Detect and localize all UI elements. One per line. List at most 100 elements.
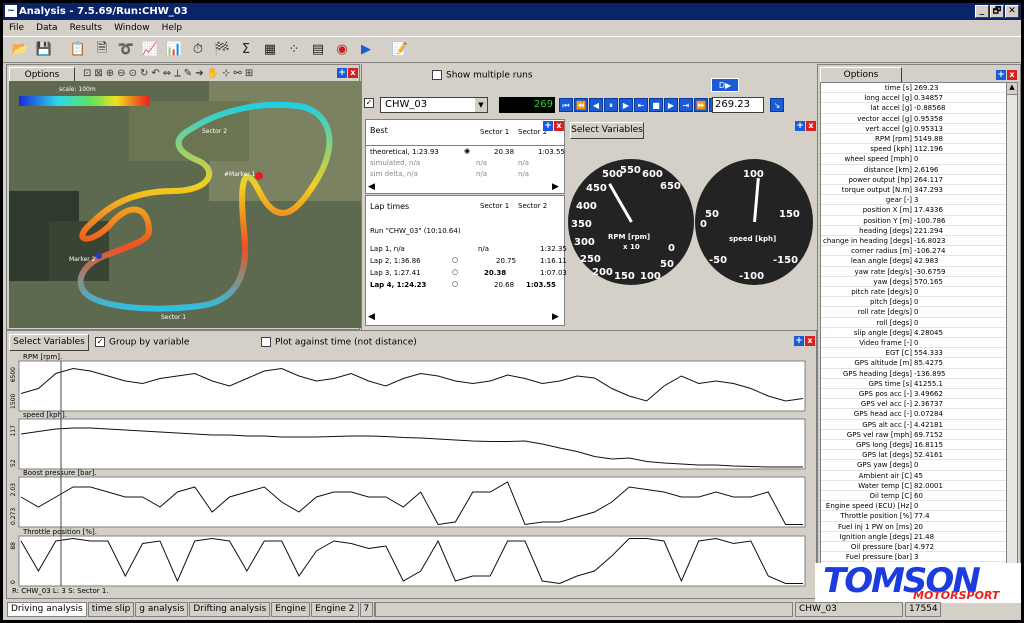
group-by-variable[interactable]: ✓ Group by variable — [95, 337, 189, 348]
skip-start-icon[interactable]: ⏮ — [559, 98, 573, 112]
plot-area[interactable] — [18, 360, 806, 412]
menu-help[interactable]: Help — [162, 20, 183, 36]
variable-row[interactable]: GPS altitude [m] 85.4275 — [821, 358, 1006, 369]
gauge-icon[interactable]: ◉ — [331, 39, 353, 61]
play-icon[interactable]: ▶ — [355, 39, 377, 61]
run-enable-checkbox[interactable]: ✓ — [364, 98, 378, 108]
variable-row[interactable]: RPM [rpm] 5149.88 — [821, 134, 1006, 145]
variable-row[interactable]: power output [hp] 264.117 — [821, 175, 1006, 185]
minimize-button[interactable]: _ — [975, 5, 989, 18]
zoom-plus-icon[interactable]: ⊞ — [245, 68, 253, 79]
variable-row[interactable]: GPS pos acc [-] 3.49662 — [821, 389, 1006, 400]
variable-row[interactable]: wheel speed [mph] 0 — [821, 154, 1006, 165]
variable-row[interactable]: yaw [degs] 570.165 — [821, 277, 1006, 287]
rewind-icon[interactable]: ⏪ — [574, 98, 588, 112]
grid-chart-icon[interactable]: ▦ — [259, 39, 281, 61]
group-by-variable-checkbox[interactable]: ✓ — [95, 337, 105, 347]
variable-row[interactable]: position Y [m] -100.786 — [821, 216, 1006, 226]
add-marker-icon[interactable]: ⊹ — [222, 68, 230, 79]
variable-row[interactable]: heading [degs] 221.294 — [821, 226, 1006, 236]
help-icon[interactable]: 📝 — [389, 39, 411, 61]
variable-row[interactable]: GPS head acc [-] 0.07284 — [821, 409, 1006, 420]
ruler-icon[interactable]: ⟂ — [174, 68, 181, 79]
checkered-flag-icon[interactable]: 🏁 — [211, 39, 233, 61]
bar-chart-icon[interactable]: 📊 — [163, 39, 185, 61]
variable-row[interactable]: Oil pressure [bar] 4.972 — [821, 542, 1006, 553]
variable-row[interactable]: Oil temp [C] 60 — [821, 491, 1006, 502]
variable-row[interactable]: GPS long [degs] 16.8115 — [821, 440, 1006, 451]
close-panel-icon[interactable]: x — [805, 336, 815, 346]
variable-row[interactable]: Ambient air [C] 45 — [821, 471, 1006, 481]
save-icon[interactable]: 💾 — [33, 39, 55, 61]
scroll-up-icon[interactable]: ▲ — [1007, 83, 1017, 95]
radio-icon[interactable]: ○ — [452, 280, 458, 288]
menu-file[interactable]: File — [9, 20, 24, 36]
scatter-chart-icon[interactable]: ⁘ — [283, 39, 305, 61]
track-icon[interactable]: ➰ — [115, 39, 137, 61]
variable-row[interactable]: GPS vel raw [mph] 69.7152 — [821, 430, 1006, 440]
close-panel-icon[interactable]: x — [348, 68, 358, 78]
variable-row[interactable]: roll rate [deg/s] 0 — [821, 307, 1006, 318]
tab-engine[interactable]: Engine — [271, 602, 311, 617]
line-chart-icon[interactable]: 📈 — [139, 39, 161, 61]
zoom-out-icon[interactable]: ⊖ — [117, 68, 125, 79]
menu-results[interactable]: Results — [70, 20, 103, 36]
link-icon[interactable]: ⚯ — [233, 68, 241, 79]
plot-against-time[interactable]: Plot against time (not distance) — [261, 337, 417, 348]
variable-row[interactable]: GPS lat [degs] 52.4161 — [821, 450, 1006, 461]
maximize-icon[interactable]: + — [794, 336, 804, 346]
gauge-select-variables-button[interactable]: Select Variables — [570, 122, 644, 139]
variable-row[interactable]: lat accel [g] -0.88568 — [821, 103, 1006, 114]
scroll-left-icon[interactable]: ◀ — [368, 182, 375, 192]
scrollbar[interactable]: ▲ — [1006, 82, 1018, 565]
variable-row[interactable]: GPS vel acc [-] 2.36737 — [821, 399, 1006, 410]
variable-row[interactable]: position X [m] 17.4336 — [821, 205, 1006, 216]
close-panel-icon[interactable]: x — [806, 121, 816, 131]
tab-time-slip[interactable]: time slip — [87, 602, 135, 617]
tab-driving-analysis[interactable]: Driving analysis — [7, 602, 87, 617]
variable-row[interactable]: lean angle [degs] 42.983 — [821, 256, 1006, 267]
hand-icon[interactable]: ✋ — [207, 68, 219, 79]
variable-row[interactable]: vector accel [g] 0.95358 — [821, 114, 1006, 124]
variable-row[interactable]: yaw rate [deg/s] -30.6759 — [821, 267, 1006, 277]
variable-row[interactable]: change in heading [degs] -16.8023 — [821, 236, 1006, 247]
sync-icon[interactable]: ↘ — [770, 98, 784, 112]
undo-icon[interactable]: ↶ — [151, 68, 159, 79]
plot-area[interactable] — [18, 418, 806, 470]
folder-open-icon[interactable]: 📂 — [9, 39, 31, 61]
step-back-icon[interactable]: ◀ — [589, 98, 603, 112]
tab-g-analysis[interactable]: g analysis — [135, 602, 189, 617]
dd-button[interactable]: D▶ — [711, 78, 739, 92]
copy-icon[interactable]: 📋 — [67, 39, 89, 61]
close-button[interactable]: ✕ — [1005, 5, 1019, 18]
play-icon[interactable]: ▶ — [619, 98, 633, 112]
time-input[interactable]: 269.23 — [712, 97, 764, 113]
frame-back-icon[interactable]: ⇤ — [634, 98, 648, 112]
sigma-icon[interactable]: Σ — [235, 39, 257, 61]
plot-area[interactable] — [18, 535, 806, 587]
variable-row[interactable]: Throttle position [%] 77.4 — [821, 511, 1006, 522]
rotate-icon[interactable]: ↻ — [140, 68, 148, 79]
document-icon[interactable]: 🗎 — [91, 39, 113, 61]
zoom-fit-icon[interactable]: ⊡ — [83, 68, 91, 79]
restore-button[interactable]: 🗗 — [990, 5, 1004, 18]
variable-row[interactable]: pitch rate [deg/s] 0 — [821, 287, 1006, 298]
variable-row[interactable]: slip angle [degs] 4.28045 — [821, 328, 1006, 338]
variable-row[interactable]: speed [kph] 112.196 — [821, 144, 1006, 155]
variable-row[interactable]: GPS time [s] 41255.1 — [821, 379, 1006, 389]
variable-row[interactable]: Water temp [C] 82.0001 — [821, 481, 1006, 491]
plot-select-variables-button[interactable]: Select Variables — [9, 334, 89, 351]
variable-row[interactable]: GPS yaw [degs] 0 — [821, 460, 1006, 471]
tab-engine-2[interactable]: Engine 2 — [311, 602, 359, 617]
frame-forward-icon[interactable]: ⇥ — [679, 98, 693, 112]
maximize-icon[interactable]: + — [996, 70, 1006, 80]
variable-row[interactable]: GPS alt acc [-] 4.42181 — [821, 420, 1006, 430]
variable-row[interactable]: Video frame [-] 0 — [821, 338, 1006, 349]
variable-row[interactable]: GPS heading [degs] -136.895 — [821, 369, 1006, 379]
show-multiple-runs[interactable]: Show multiple runs — [432, 70, 533, 81]
variable-row[interactable]: corner radius [m] -106.274 — [821, 246, 1006, 257]
tab-drifting-analysis[interactable]: Drifting analysis — [189, 602, 271, 617]
stopwatch-icon[interactable]: ⏱ — [187, 39, 209, 61]
radio-icon[interactable]: ◉ — [464, 147, 470, 155]
maximize-icon[interactable]: + — [543, 121, 553, 131]
